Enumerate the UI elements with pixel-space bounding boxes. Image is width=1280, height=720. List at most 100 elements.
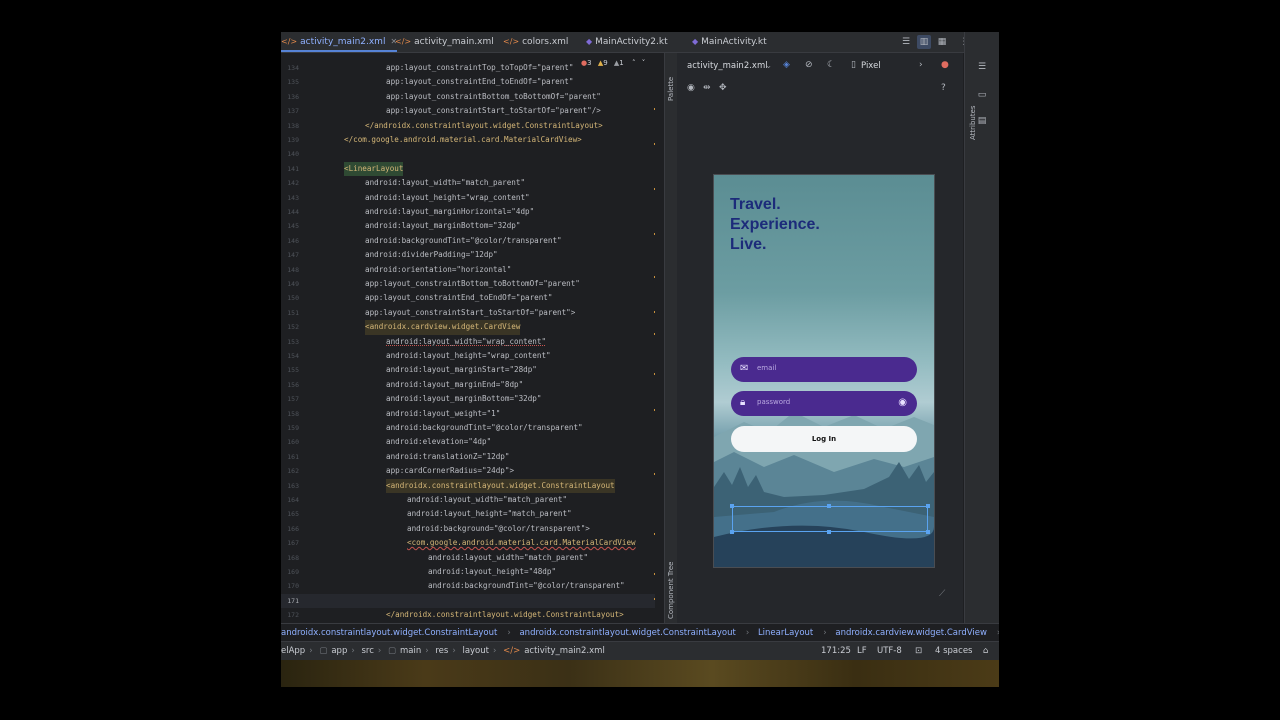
breadcrumb-item[interactable]: androidx.constraintlayout.widget.Constra… <box>519 628 735 638</box>
help-icon[interactable]: ? <box>941 83 946 93</box>
path-item[interactable]: app <box>331 646 347 656</box>
component-tree-tab[interactable]: Component Tree <box>667 562 675 619</box>
night-mode-icon[interactable]: ☾ <box>827 60 835 70</box>
resize-handle[interactable] <box>926 504 930 508</box>
code-line[interactable]: 157 android:layout_marginBottom="32dp" <box>281 392 655 406</box>
device-manager-icon[interactable] <box>975 62 989 76</box>
device-dropdown[interactable]: Pixel <box>861 61 881 71</box>
layout-file-dropdown[interactable]: activity_main2.xml <box>687 61 768 71</box>
error-badge-icon[interactable]: ● <box>941 60 949 70</box>
pan-icon[interactable]: ✥ <box>719 83 727 93</box>
device-file-icon[interactable]: ▤ <box>975 114 989 128</box>
code-line[interactable]: 165 android:layout_height="match_parent" <box>281 507 655 521</box>
gutter-marker[interactable] <box>654 233 655 235</box>
show-password-icon[interactable]: ◉ <box>898 397 907 408</box>
design-surface-icon[interactable]: ◈ <box>783 60 790 70</box>
code-line[interactable]: 148 android:orientation="horizontal" <box>281 263 655 277</box>
gutter-marker[interactable] <box>654 108 655 110</box>
code-line[interactable]: 153 android:layout_width="wrap_content" <box>281 335 655 349</box>
tab-mainactivity[interactable]: ◆ MainActivity.kt <box>692 32 767 52</box>
gutter-marker[interactable] <box>654 311 655 313</box>
code-line[interactable]: 136 app:layout_constraintBottom_toBottomO… <box>281 90 655 104</box>
design-preview-panel[interactable]: activity_main2.xml ⌄ ◈ ⊘ ☾ ▯ Pixel › ● ◉… <box>677 53 963 623</box>
code-line[interactable]: 159 android:backgroundTint="@color/transp… <box>281 421 655 435</box>
tab-colors[interactable]: </> colors.xml <box>503 32 568 52</box>
gutter-marker[interactable] <box>654 533 655 535</box>
code-line[interactable]: 134 app:layout_constraintTop_toTopOf="par… <box>281 61 655 75</box>
read-only-icon[interactable]: ⊡ <box>915 642 922 660</box>
code-line[interactable]: 151 app:layout_constraintStart_toStartOf=… <box>281 306 655 320</box>
code-line[interactable]: 162 app:cardCornerRadius="24dp"> <box>281 464 655 478</box>
code-editor[interactable]: ●3 ▲9 ▲1 ˄ ˅ 134 app:layout_constraintTop… <box>281 53 655 623</box>
constraints-icon[interactable]: ⇹ <box>703 83 711 93</box>
gutter-marker[interactable] <box>654 143 655 145</box>
gutter-marker[interactable] <box>654 333 655 335</box>
code-line[interactable]: 140 <box>281 147 655 161</box>
code-line[interactable]: 168 android:layout_width="match_parent" <box>281 551 655 565</box>
cursor-position[interactable]: 171:25 <box>821 642 851 660</box>
resize-handle[interactable] <box>730 530 734 534</box>
code-line[interactable]: 137 app:layout_constraintStart_toStartOf=… <box>281 104 655 118</box>
code-line[interactable]: 141 <LinearLayout <box>281 161 655 177</box>
code-line[interactable]: 160 android:elevation="4dp" <box>281 435 655 449</box>
gutter-marker[interactable] <box>654 473 655 475</box>
code-line[interactable]: 139 </com.google.android.material.card.Ma… <box>281 133 655 147</box>
tab-activity-main2[interactable]: </> activity_main2.xml ✕ <box>281 32 398 52</box>
code-line[interactable]: 152 <androidx.cardview.widget.CardView <box>281 320 655 335</box>
path-item[interactable]: src <box>361 646 373 656</box>
code-line[interactable]: 156 android:layout_marginEnd="8dp" <box>281 378 655 392</box>
code-line[interactable]: 166 android:background="@color/transparen… <box>281 522 655 536</box>
code-line[interactable]: 171 <box>281 593 655 609</box>
gutter-marker[interactable] <box>654 598 655 600</box>
lock-icon[interactable]: ⌂ <box>983 642 988 660</box>
code-line[interactable]: 163 <androidx.constraintlayout.widget.Con… <box>281 478 655 493</box>
gutter-marker[interactable] <box>654 573 655 575</box>
chevron-right-icon[interactable]: › <box>919 60 923 70</box>
code-line[interactable]: 169 android:layout_height="48dp" <box>281 565 655 579</box>
code-line[interactable]: 164 android:layout_width="match_parent" <box>281 493 655 507</box>
code-view-icon[interactable]: ☰ <box>899 35 913 49</box>
preview-resize-grip-icon[interactable]: ⟋ <box>939 589 945 599</box>
palette-tab[interactable]: Palette <box>667 77 675 101</box>
split-view-icon[interactable]: ▥ <box>917 35 931 49</box>
code-line[interactable]: 143 android:layout_height="wrap_content" <box>281 191 655 205</box>
path-item[interactable]: res <box>435 646 448 656</box>
breadcrumb-item[interactable]: androidx.cardview.widget.CardView <box>835 628 987 638</box>
password-field[interactable]: 🔒︎ password ◉ <box>731 391 917 416</box>
visibility-icon[interactable]: ◉ <box>687 83 695 93</box>
indent-setting[interactable]: 4 spaces <box>935 642 972 660</box>
code-line[interactable]: 144 android:layout_marginHorizontal="4dp" <box>281 205 655 219</box>
code-line[interactable]: 167 <com.google.android.material.card.Mat… <box>281 536 655 550</box>
email-field[interactable]: ✉ email <box>731 357 917 382</box>
resize-handle[interactable] <box>827 504 831 508</box>
code-line[interactable]: 142 android:layout_width="match_parent" <box>281 176 655 190</box>
resize-handle[interactable] <box>827 530 831 534</box>
login-button[interactable]: Log In <box>731 426 917 452</box>
line-separator[interactable]: LF <box>857 642 867 660</box>
code-line[interactable]: 170 android:backgroundTint="@color/transp… <box>281 579 655 593</box>
code-line[interactable]: 154 android:layout_height="wrap_content" <box>281 349 655 363</box>
code-line[interactable]: 158 android:layout_weight="1" <box>281 407 655 421</box>
breadcrumb-item[interactable]: androidx.constraintlayout.widget.Constra… <box>281 628 497 638</box>
gutter-marker[interactable] <box>654 409 655 411</box>
code-line[interactable]: 172 </androidx.constraintlayout.widget.Co… <box>281 608 655 622</box>
code-line[interactable]: 150 app:layout_constraintEnd_toEndOf="par… <box>281 291 655 305</box>
path-item[interactable]: layout <box>462 646 489 656</box>
path-item[interactable]: activity_main2.xml <box>524 646 605 656</box>
emulator-icon[interactable]: ▭ <box>975 88 989 102</box>
resize-handle[interactable] <box>926 530 930 534</box>
code-line[interactable]: 147 android:dividerPadding="12dp" <box>281 248 655 262</box>
code-line[interactable]: 149 app:layout_constraintBottom_toBottomO… <box>281 277 655 291</box>
tab-mainactivity2[interactable]: ◆ MainActivity2.kt <box>586 32 668 52</box>
path-item[interactable]: main <box>400 646 421 656</box>
phone-preview[interactable]: Travel. Experience. Live. ✉ email 🔒︎ pas… <box>713 174 935 568</box>
tab-activity-main[interactable]: </> activity_main.xml <box>395 32 494 52</box>
breadcrumb-item[interactable]: LinearLayout <box>758 628 813 638</box>
path-item[interactable]: elApp <box>281 646 305 656</box>
resize-handle[interactable] <box>730 504 734 508</box>
code-line[interactable]: 145 android:layout_marginBottom="32dp" <box>281 219 655 233</box>
gutter-marker[interactable] <box>654 188 655 190</box>
code-line[interactable]: 135 app:layout_constraintEnd_toEndOf="par… <box>281 75 655 89</box>
gutter-marker[interactable] <box>654 276 655 278</box>
code-line[interactable]: 155 android:layout_marginStart="28dp" <box>281 363 655 377</box>
